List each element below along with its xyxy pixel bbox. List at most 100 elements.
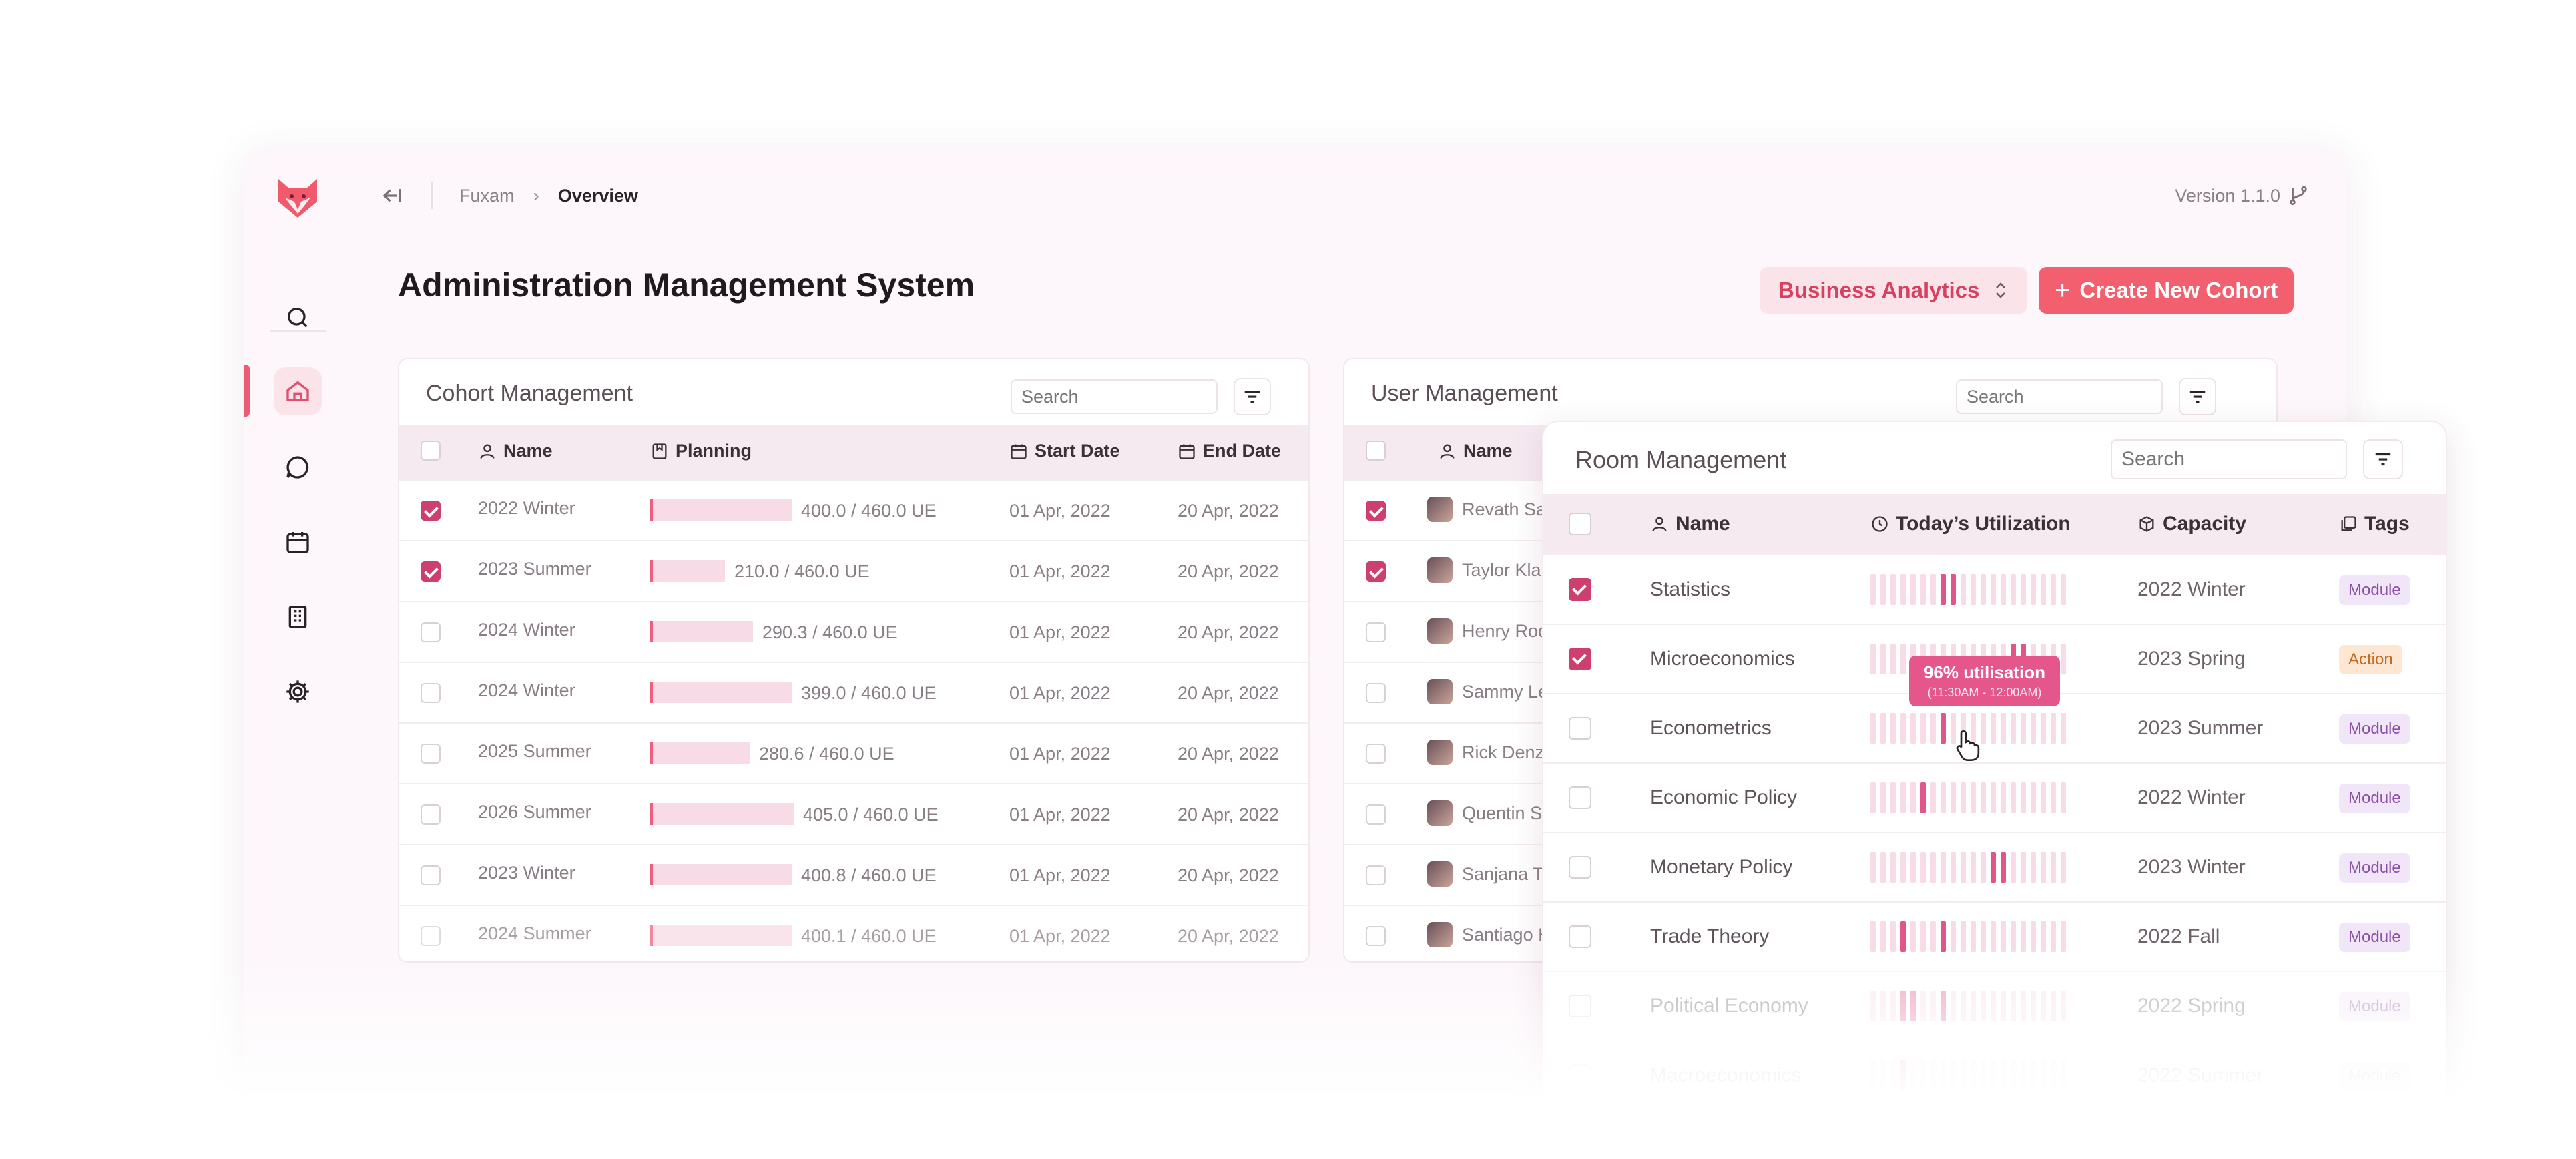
table-row[interactable]: Statistics 2022 Winter Module: [1543, 554, 2446, 624]
room-tag[interactable]: Module: [2339, 853, 2410, 883]
business-analytics-label: Business Analytics: [1778, 278, 1980, 302]
room-name: Trade Theory: [1650, 925, 1770, 947]
row-checkbox[interactable]: [1569, 648, 1591, 670]
table-row[interactable]: Political Economy 2022 Spring Module: [1543, 971, 2446, 1040]
row-checkbox[interactable]: [421, 622, 441, 642]
room-tag[interactable]: Action: [2339, 645, 2402, 674]
row-checkbox[interactable]: [1366, 804, 1386, 825]
cohort-col-planning[interactable]: Planning: [650, 441, 752, 461]
utilization-bar[interactable]: [1870, 574, 2071, 605]
utilization-bar[interactable]: [1870, 991, 2071, 1021]
cohort-select-all-checkbox[interactable]: [421, 441, 441, 461]
row-checkbox[interactable]: [421, 501, 441, 521]
table-row[interactable]: Economic Policy 2022 Winter Module: [1543, 762, 2446, 832]
user-filter-button[interactable]: [2179, 378, 2216, 415]
utilization-segment: [1930, 574, 1936, 605]
user-col-name[interactable]: Name: [1438, 441, 1513, 461]
active-indicator: [244, 365, 250, 417]
utilization-segment: [1890, 852, 1896, 883]
table-row[interactable]: 2026 Summer 405.0 / 460.0 UE 01 Apr, 2022 2…: [399, 783, 1308, 844]
row-checkbox[interactable]: [1366, 744, 1386, 764]
table-row[interactable]: 2024 Summer 400.1 / 460.0 UE 01 Apr, 2022 2…: [399, 905, 1308, 961]
room-col-tags[interactable]: Tags: [2339, 513, 2410, 535]
room-tag[interactable]: Module: [2339, 923, 2410, 952]
utilization-segment: [1890, 574, 1896, 605]
create-cohort-button[interactable]: + Create New Cohort: [2039, 267, 2294, 314]
user-select-all-checkbox[interactable]: [1366, 441, 1386, 461]
row-checkbox[interactable]: [1569, 786, 1591, 809]
room-select-all-checkbox[interactable]: [1569, 513, 1591, 535]
room-tag[interactable]: Module: [2339, 1062, 2410, 1091]
table-row[interactable]: Macroeconomics 2022 Summer Module: [1543, 1040, 2446, 1110]
utilization-segment: [1900, 782, 1906, 813]
row-checkbox[interactable]: [421, 561, 441, 582]
room-search-input[interactable]: [2111, 439, 2347, 479]
utilization-segment: [1870, 782, 1876, 813]
row-checkbox[interactable]: [1569, 995, 1591, 1017]
business-analytics-select[interactable]: Business Analytics: [1760, 267, 2028, 314]
search-icon[interactable]: [274, 294, 322, 342]
room-filter-button[interactable]: [2363, 439, 2403, 479]
room-capacity: 2022 Winter: [2137, 786, 2246, 808]
user-search-input[interactable]: [1956, 379, 2163, 414]
utilization-segment: [2011, 852, 2016, 883]
table-row[interactable]: 2023 Winter 400.8 / 460.0 UE 01 Apr, 2022 2…: [399, 844, 1308, 905]
table-row[interactable]: 2023 Summer 210.0 / 460.0 UE 01 Apr, 2022 2…: [399, 540, 1308, 601]
row-checkbox[interactable]: [1366, 865, 1386, 885]
utilization-bar[interactable]: [1870, 921, 2071, 952]
cohort-search-input[interactable]: [1011, 379, 1218, 414]
utilization-segment: [1880, 991, 1886, 1021]
room-tag[interactable]: Module: [2339, 575, 2410, 605]
row-checkbox[interactable]: [421, 804, 441, 825]
home-icon[interactable]: [274, 367, 322, 415]
planning-bar: [650, 560, 725, 582]
utilization-bar[interactable]: [1870, 782, 2071, 813]
row-checkbox[interactable]: [421, 926, 441, 946]
row-checkbox[interactable]: [421, 683, 441, 703]
start-date: 01 Apr, 2022: [1009, 865, 1111, 885]
utilization-segment: [2041, 991, 2046, 1021]
row-checkbox[interactable]: [1569, 925, 1591, 948]
cohort-col-end[interactable]: End Date: [1178, 441, 1281, 461]
cohort-col-name[interactable]: Name: [478, 441, 553, 461]
version-info: Version 1.1.0: [2175, 179, 2310, 212]
utilization-segment: [2061, 991, 2066, 1021]
chat-icon[interactable]: [274, 443, 322, 491]
room-tag[interactable]: Module: [2339, 992, 2410, 1021]
table-row[interactable]: 2025 Summer 280.6 / 460.0 UE 01 Apr, 2022 2…: [399, 722, 1308, 783]
row-checkbox[interactable]: [1569, 717, 1591, 740]
room-col-name[interactable]: Name: [1650, 513, 1730, 535]
table-row[interactable]: 2022 Winter 400.0 / 460.0 UE 01 Apr, 2022 2…: [399, 479, 1308, 540]
utilization-segment: [2021, 782, 2026, 813]
row-checkbox[interactable]: [1569, 1064, 1591, 1087]
room-tag[interactable]: Module: [2339, 714, 2410, 744]
utilization-bar[interactable]: [1870, 852, 2071, 883]
room-col-utilization[interactable]: Today’s Utilization: [1870, 513, 2071, 535]
calendar-icon[interactable]: [274, 518, 322, 566]
table-row[interactable]: 2024 Winter 399.0 / 460.0 UE 01 Apr, 2022 2…: [399, 662, 1308, 722]
table-row[interactable]: 2024 Winter 290.3 / 460.0 UE 01 Apr, 2022 2…: [399, 601, 1308, 662]
cohort-name: 2024 Summer: [478, 923, 591, 943]
row-checkbox[interactable]: [1366, 622, 1386, 642]
breadcrumb-root[interactable]: Fuxam: [459, 186, 515, 206]
cohort-filter-button[interactable]: [1234, 378, 1271, 415]
row-checkbox[interactable]: [1366, 926, 1386, 946]
room-tag[interactable]: Module: [2339, 784, 2410, 813]
cohort-col-start[interactable]: Start Date: [1009, 441, 1120, 461]
row-checkbox[interactable]: [1366, 683, 1386, 703]
row-checkbox[interactable]: [421, 865, 441, 885]
utilization-bar[interactable]: [1870, 1060, 2071, 1091]
building-icon[interactable]: [274, 593, 322, 641]
fox-logo[interactable]: [274, 175, 321, 222]
row-checkbox[interactable]: [1569, 578, 1591, 601]
row-checkbox[interactable]: [421, 744, 441, 764]
row-checkbox[interactable]: [1569, 856, 1591, 879]
table-row[interactable]: Monetary Policy 2023 Winter Module: [1543, 832, 2446, 901]
collapse-icon[interactable]: [378, 182, 405, 209]
row-checkbox[interactable]: [1366, 561, 1386, 582]
cohort-name: 2023 Summer: [478, 559, 591, 579]
row-checkbox[interactable]: [1366, 501, 1386, 521]
gear-icon[interactable]: [274, 668, 322, 716]
table-row[interactable]: Trade Theory 2022 Fall Module: [1543, 901, 2446, 971]
room-col-capacity[interactable]: Capacity: [2137, 513, 2246, 535]
